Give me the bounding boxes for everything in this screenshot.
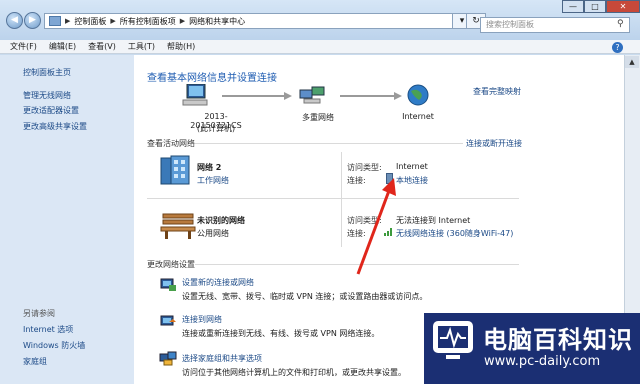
menu-file[interactable]: 文件(F) (10, 41, 37, 52)
back-button[interactable]: ◀ (6, 12, 23, 29)
page-title: 查看基本网络信息并设置连接 (147, 73, 277, 84)
see-also-internet-options[interactable]: Internet 选项 (23, 324, 73, 335)
menu-view[interactable]: 查看(V) (88, 41, 116, 52)
change-settings-title: 更改网络设置 (147, 260, 195, 269)
breadcrumb-item[interactable]: 控制面板 (74, 16, 106, 27)
new-connection-icon (160, 278, 176, 291)
scroll-up-icon[interactable]: ▲ (625, 56, 639, 68)
address-bar[interactable]: ▶ 控制面板 ▶ 所有控制面板项 ▶ 网络和共享中心 (44, 13, 474, 29)
network-map (182, 84, 429, 106)
sidebar-link-manage-wireless[interactable]: 管理无线网络 (23, 90, 71, 101)
breadcrumb-separator-icon: ▶ (110, 17, 116, 25)
active-networks-title: 查看活动网络 (147, 139, 195, 148)
forward-button[interactable]: ▶ (24, 12, 41, 29)
divider (147, 198, 519, 199)
watermark-brand: 电脑百科知识 (483, 326, 633, 354)
folder-icon (49, 16, 61, 26)
breadcrumb-item[interactable]: 网络和共享中心 (189, 16, 245, 27)
maximize-button[interactable]: □ (584, 0, 606, 13)
task-description: 连接或重新连接到无线、有线、拨号或 VPN 网络连接。 (182, 329, 380, 338)
breadcrumb-item[interactable]: 所有控制面板项 (120, 16, 176, 27)
full-map-link[interactable]: 查看完整映射 (473, 86, 521, 97)
search-icon: ⚲ (617, 19, 624, 29)
help-icon[interactable]: ? (612, 42, 623, 53)
sidebar-link-adapter-settings[interactable]: 更改适配器设置 (23, 105, 79, 116)
internet-label: Internet (402, 112, 434, 121)
homegroup-icon (159, 351, 177, 366)
sidebar-home-link[interactable]: 控制面板主页 (23, 67, 71, 78)
access-type-value: Internet (396, 162, 428, 171)
computer-sub: (此计算机) (196, 124, 236, 133)
network-type: 公用网络 (197, 229, 229, 238)
computer-icon (182, 84, 208, 106)
breadcrumb-separator-icon: ▶ (65, 17, 71, 25)
task-new-connection-link[interactable]: 设置新的连接或网络 (182, 277, 254, 288)
breadcrumb-separator-icon: ▶ (179, 17, 186, 25)
network-name: 未识别的网络 (197, 216, 245, 225)
network-name: 网络 2 (197, 163, 222, 172)
network-type-link[interactable]: 工作网络 (197, 175, 229, 186)
pulse-monitor-logo-icon (433, 321, 473, 359)
see-also-firewall[interactable]: Windows 防火墙 (23, 340, 85, 351)
search-input[interactable]: 搜索控制面板 (480, 17, 630, 33)
access-type-value: 无法连接到 Internet (396, 216, 471, 225)
park-bench-icon (160, 213, 196, 239)
sidebar-link-advanced-sharing[interactable]: 更改高级共享设置 (23, 121, 87, 132)
multi-network-label: 多重网络 (302, 113, 334, 122)
connection-link[interactable]: 无线网络连接 (360随身WiFi-47) (396, 228, 513, 239)
task-homegroup-link[interactable]: 选择家庭组和共享选项 (182, 353, 262, 364)
work-network-icon (160, 155, 190, 185)
minimize-button[interactable]: — (562, 0, 584, 13)
task-description: 访问位于其他网络计算机上的文件和打印机，或更改共享设置。 (182, 368, 406, 377)
task-connect-link[interactable]: 连接到网络 (182, 314, 222, 325)
divider (195, 143, 463, 144)
connect-disconnect-link[interactable]: 连接或断开连接 (466, 138, 522, 149)
multiple-networks-icon (299, 86, 325, 104)
menu-edit[interactable]: 编辑(E) (49, 41, 76, 52)
connect-network-icon (160, 315, 176, 326)
watermark-url: www.pc-daily.com (484, 354, 601, 369)
see-also-homegroup[interactable]: 家庭组 (23, 356, 47, 367)
annotation-arrow (356, 178, 396, 275)
menu-help[interactable]: 帮助(H) (167, 41, 195, 52)
access-type-label: 访问类型: (347, 163, 382, 172)
see-also-title: 另请参阅 (23, 309, 55, 318)
divider (341, 152, 342, 247)
menu-tools[interactable]: 工具(T) (128, 41, 155, 52)
task-description: 设置无线、宽带、拨号、临时或 VPN 连接；或设置路由器或访问点。 (182, 292, 428, 301)
close-button[interactable]: ✕ (606, 0, 640, 13)
menu-bar: 文件(F) 编辑(E) 查看(V) 工具(T) 帮助(H) (0, 40, 640, 54)
internet-globe-icon (407, 84, 429, 106)
